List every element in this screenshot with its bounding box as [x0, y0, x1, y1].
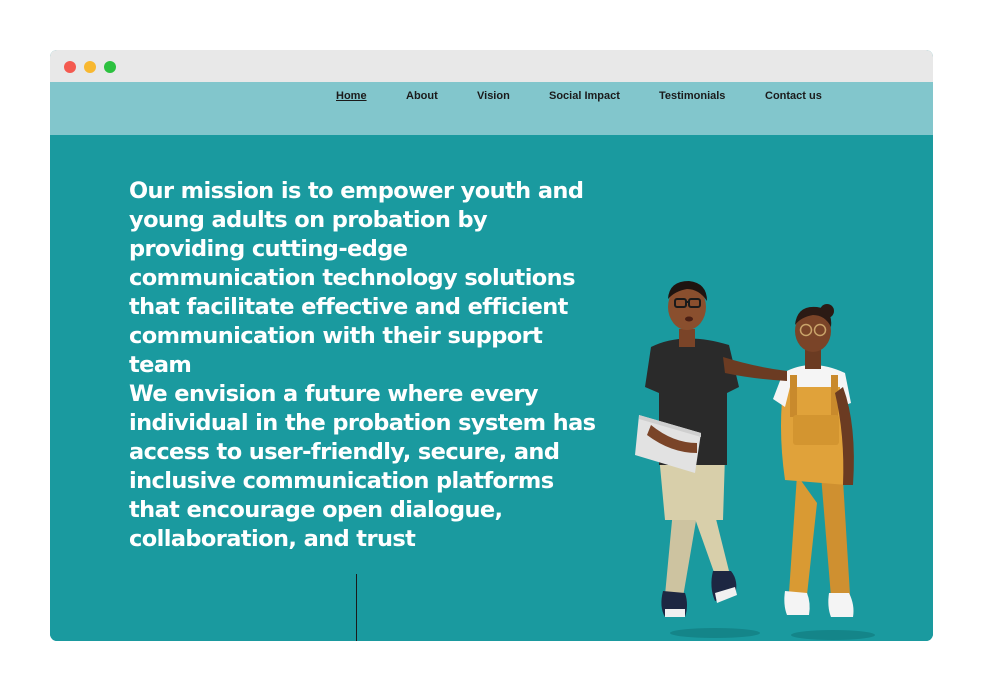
vision-statement: We envision a future where every individ… — [129, 381, 596, 552]
window-titlebar — [50, 50, 933, 82]
two-people-illustration — [635, 281, 875, 640]
nav-vision[interactable]: Vision — [477, 90, 510, 102]
nav-social-impact[interactable]: Social Impact — [549, 90, 620, 102]
top-navigation: Home About Vision Social Impact Testimon… — [50, 82, 933, 135]
hero-section: Our mission is to empower youth and youn… — [50, 135, 933, 641]
nav-contact-us[interactable]: Contact us — [765, 90, 822, 102]
divider-line — [356, 574, 357, 641]
close-window-button[interactable] — [64, 61, 76, 73]
minimize-window-button[interactable] — [84, 61, 96, 73]
nav-about[interactable]: About — [406, 90, 438, 102]
mission-statement: Our mission is to empower youth and youn… — [129, 178, 584, 378]
hero-text: Our mission is to empower youth and youn… — [129, 177, 599, 554]
zoom-window-button[interactable] — [104, 61, 116, 73]
browser-window: Home About Vision Social Impact Testimon… — [50, 50, 933, 641]
nav-home[interactable]: Home — [336, 90, 367, 102]
nav-testimonials[interactable]: Testimonials — [659, 90, 725, 102]
